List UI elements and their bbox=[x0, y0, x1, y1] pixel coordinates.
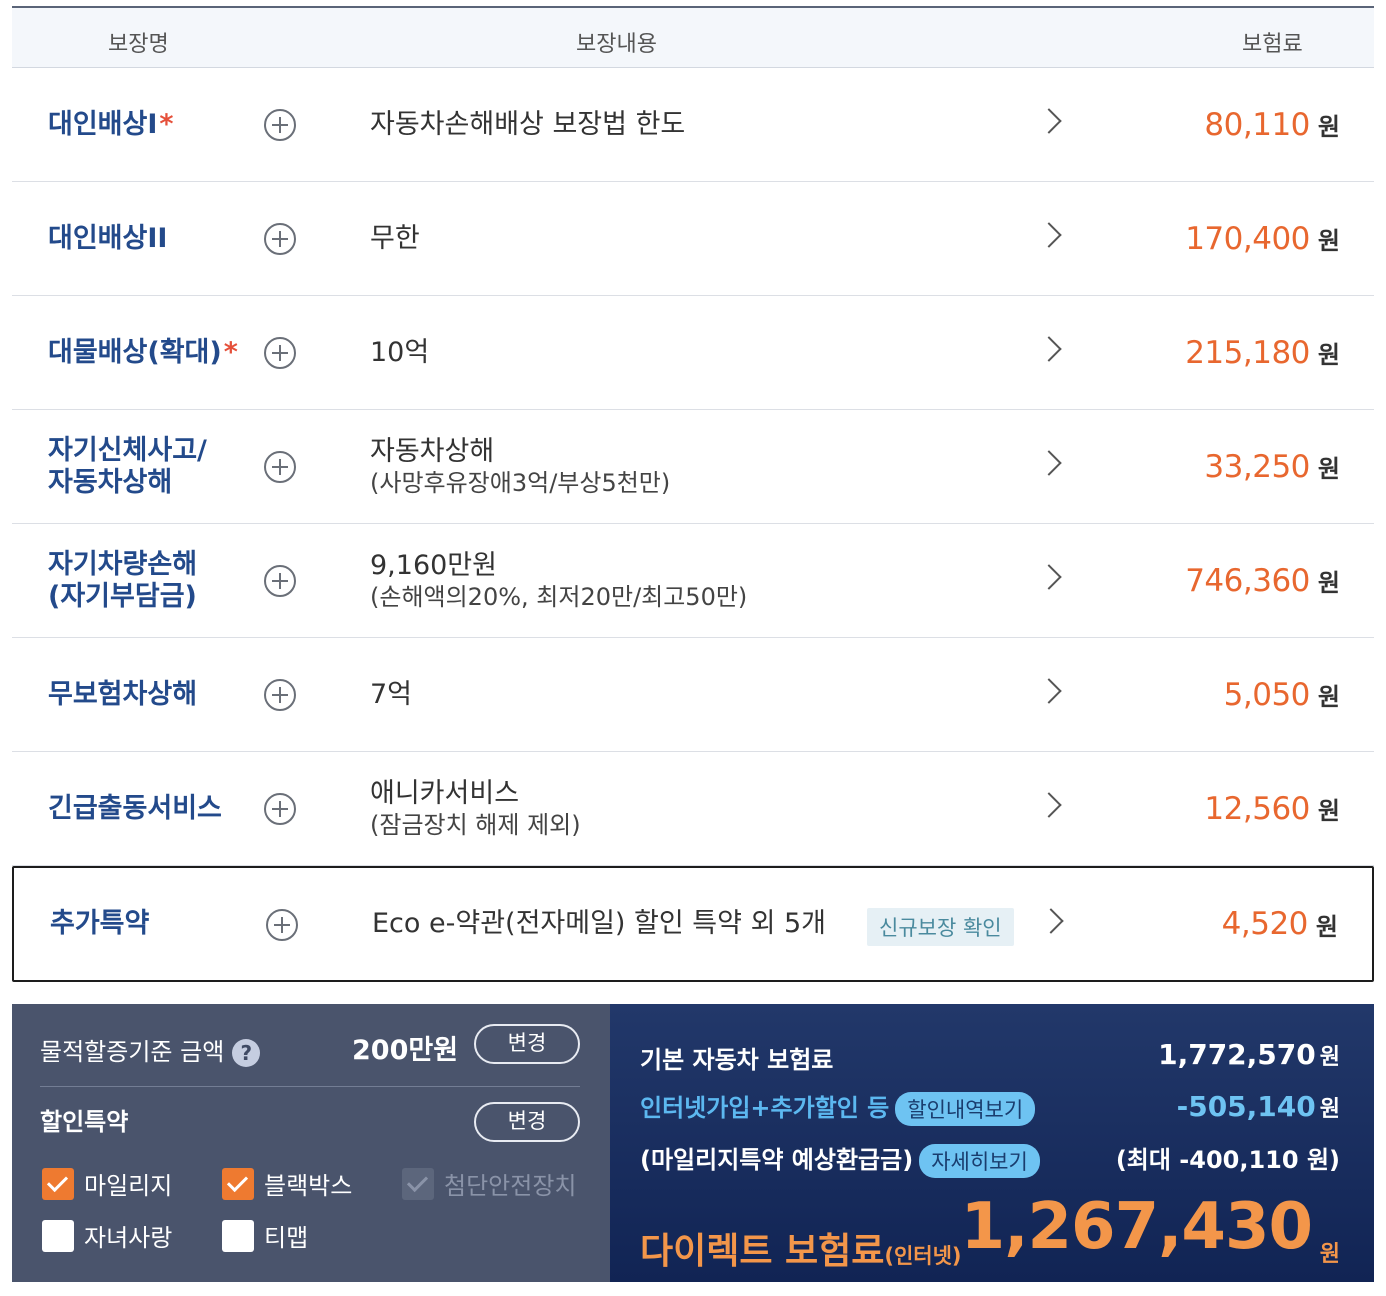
discount-label: 할인특약 bbox=[40, 1108, 129, 1136]
mileage-refund-label: (마일리지특약 예상환급금) bbox=[640, 1146, 914, 1174]
table-header: 보장명 보장내용 보험료 bbox=[12, 6, 1374, 68]
threshold-label: 물적할증기준 금액? bbox=[40, 1032, 261, 1067]
required-mark: * bbox=[159, 108, 174, 140]
coverage-content: Eco e-약관(전자메일) 할인 특약 외 5개 bbox=[372, 908, 827, 939]
plus-circle-icon[interactable] bbox=[264, 793, 296, 825]
chevron-right-icon[interactable] bbox=[1036, 108, 1062, 134]
header-coverage-name: 보장명 bbox=[108, 32, 169, 57]
coverage-content: 9,160만원 (손해액의20%, 최저20만/최고50만) bbox=[370, 549, 748, 611]
coverage-name: 무보험차상해 bbox=[48, 678, 198, 710]
table-row[interactable]: 자기차량손해 (자기부담금) 9,160만원 (손해액의20%, 최저20만/최고… bbox=[12, 524, 1374, 638]
header-coverage-content: 보장내용 bbox=[576, 32, 657, 57]
premium-amount: 12,560 원 bbox=[1204, 790, 1340, 827]
plus-circle-icon[interactable] bbox=[264, 565, 296, 597]
discount-details-button[interactable]: 할인내역보기 bbox=[895, 1092, 1036, 1126]
direct-premium-value: 1,267,430 bbox=[960, 1190, 1313, 1264]
coverage-content: 자동차손해배상 보장법 한도 bbox=[370, 108, 686, 140]
table-row[interactable]: 대물배상(확대) * 10억 215,180 원 bbox=[12, 296, 1374, 410]
coverage-content: 애니카서비스 (잠금장치 해제 제외) bbox=[370, 777, 581, 839]
checkbox-blackbox[interactable]: 블랙박스 bbox=[222, 1166, 352, 1201]
new-coverage-check-button[interactable]: 신규보장 확인 bbox=[867, 908, 1014, 946]
checkbox-tmap[interactable]: 티맵 bbox=[222, 1218, 308, 1253]
premium-amount: 4,520 원 bbox=[1221, 906, 1338, 942]
coverage-content: 10억 bbox=[370, 336, 430, 368]
options-panel: 물적할증기준 금액? 200만원 변경 할인특약 변경 마일리지 블랙박스 첨단… bbox=[12, 1004, 610, 1282]
coverage-table: 보장명 보장내용 보험료 대인배상I * 자동차손해배상 보장법 한도 80,11… bbox=[12, 6, 1374, 982]
checkbox-checked-icon[interactable] bbox=[222, 1167, 254, 1200]
checkbox-disabled-icon bbox=[402, 1167, 434, 1200]
table-row[interactable]: 무보험차상해 7억 5,050 원 bbox=[12, 638, 1374, 752]
plus-circle-icon[interactable] bbox=[264, 337, 296, 369]
premium-amount: 746,360 원 bbox=[1185, 562, 1340, 599]
table-row[interactable]: 긴급출동서비스 애니카서비스 (잠금장치 해제 제외) 12,560 원 bbox=[12, 752, 1374, 866]
table-row[interactable]: 자기신체사고/ 자동차상해 자동차상해 (사망후유장애3억/부상5천만) 33,2… bbox=[12, 410, 1374, 524]
internet-discount-label: 인터넷가입+추가할인 등 bbox=[640, 1094, 890, 1122]
checkbox-child-love[interactable]: 자녀사랑 bbox=[42, 1218, 172, 1253]
chevron-right-icon[interactable] bbox=[1036, 222, 1062, 248]
mileage-details-button[interactable]: 자세히보기 bbox=[919, 1144, 1040, 1178]
checkbox-mileage[interactable]: 마일리지 bbox=[42, 1166, 172, 1201]
chevron-right-icon[interactable] bbox=[1038, 908, 1064, 934]
internet-discount-row: 인터넷가입+추가할인 등 할인내역보기 bbox=[640, 1088, 1036, 1126]
premium-summary-panel: 기본 자동차 보험료 1,772,570 원 인터넷가입+추가할인 등 할인내역보기… bbox=[610, 1004, 1374, 1282]
coverage-name: 대인배상I * bbox=[48, 108, 174, 140]
plus-circle-icon[interactable] bbox=[264, 109, 296, 141]
table-row[interactable]: 대인배상II 무한 170,400 원 bbox=[12, 182, 1374, 296]
coverage-name: 자기차량손해 (자기부담금) bbox=[48, 548, 198, 612]
coverage-name: 추가특약 bbox=[50, 908, 150, 939]
required-mark: * bbox=[223, 336, 238, 368]
coverage-content: 7억 bbox=[370, 678, 413, 710]
coverage-name: 대물배상(확대) * bbox=[48, 336, 238, 368]
plus-circle-icon[interactable] bbox=[266, 909, 298, 941]
coverage-name: 자기신체사고/ 자동차상해 bbox=[48, 434, 207, 498]
header-premium: 보험료 bbox=[1242, 32, 1303, 57]
premium-amount: 80,110 원 bbox=[1204, 106, 1340, 143]
chevron-right-icon[interactable] bbox=[1036, 792, 1062, 818]
checkbox-empty-icon[interactable] bbox=[42, 1219, 74, 1252]
mileage-refund-value: (최대 -400,110 원) bbox=[1115, 1146, 1340, 1174]
premium-amount: 5,050 원 bbox=[1223, 676, 1340, 713]
base-premium-label: 기본 자동차 보험료 bbox=[640, 1046, 834, 1074]
chevron-right-icon[interactable] bbox=[1036, 678, 1062, 704]
premium-amount: 170,400 원 bbox=[1185, 220, 1340, 257]
premium-amount: 215,180 원 bbox=[1185, 334, 1340, 371]
plus-circle-icon[interactable] bbox=[264, 679, 296, 711]
direct-premium-unit: 원 bbox=[1319, 1242, 1340, 1267]
plus-circle-icon[interactable] bbox=[264, 451, 296, 483]
coverage-content: 무한 bbox=[370, 222, 420, 254]
checkbox-checked-icon[interactable] bbox=[42, 1167, 74, 1200]
mileage-refund-row: (마일리지특약 예상환급금) 자세히보기 bbox=[640, 1140, 1040, 1178]
premium-amount: 33,250 원 bbox=[1204, 448, 1340, 485]
checkbox-empty-icon[interactable] bbox=[222, 1219, 254, 1252]
chevron-right-icon[interactable] bbox=[1036, 564, 1062, 590]
checkbox-advanced-safety: 첨단안전장치 bbox=[402, 1166, 576, 1201]
coverage-content: 자동차상해 (사망후유장애3억/부상5천만) bbox=[370, 435, 671, 497]
discount-change-button[interactable]: 변경 bbox=[474, 1102, 580, 1142]
chevron-right-icon[interactable] bbox=[1036, 336, 1062, 362]
table-row[interactable]: 대인배상I * 자동차손해배상 보장법 한도 80,110 원 bbox=[12, 68, 1374, 182]
base-premium-value: 1,772,570 원 bbox=[1158, 1038, 1340, 1071]
question-icon[interactable]: ? bbox=[232, 1039, 261, 1067]
plus-circle-icon[interactable] bbox=[264, 223, 296, 255]
threshold-change-button[interactable]: 변경 bbox=[474, 1024, 580, 1064]
threshold-value: 200만원 bbox=[352, 1035, 459, 1066]
coverage-name: 긴급출동서비스 bbox=[48, 792, 222, 824]
chevron-right-icon[interactable] bbox=[1036, 450, 1062, 476]
internet-discount-value: -505,140 원 bbox=[1176, 1090, 1340, 1123]
divider bbox=[40, 1086, 580, 1087]
direct-premium-label: 다이렉트 보험료(인터넷) bbox=[640, 1231, 962, 1272]
table-row-selected[interactable]: 추가특약 Eco e-약관(전자메일) 할인 특약 외 5개 신규보장 확인 4… bbox=[12, 866, 1374, 982]
coverage-name: 대인배상II bbox=[48, 222, 168, 254]
